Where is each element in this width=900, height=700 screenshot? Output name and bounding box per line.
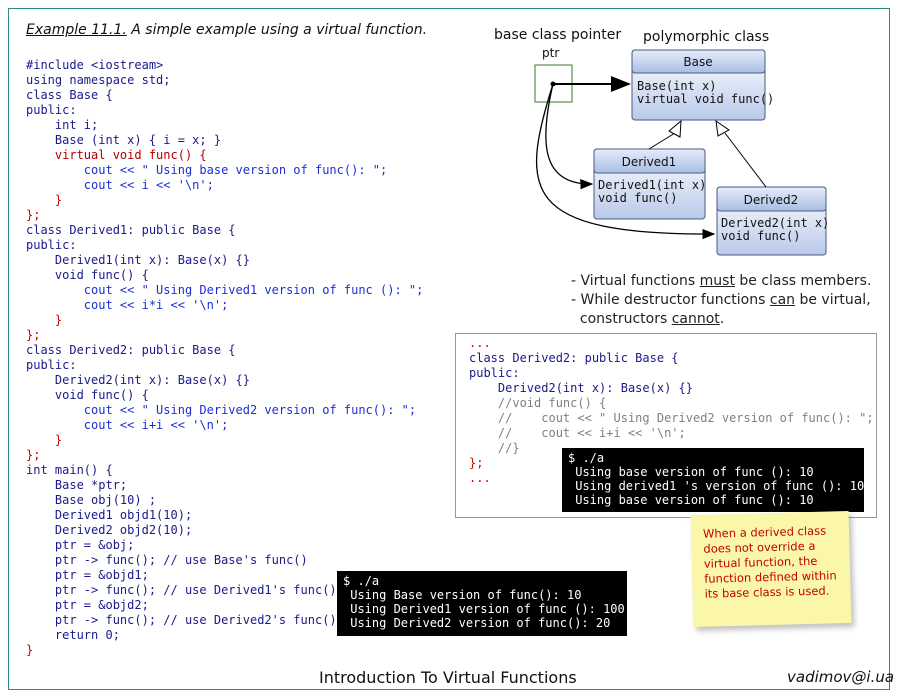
sticky-note-text: When a derived class does not override a… [702,523,837,601]
code-line: public: [469,366,520,380]
virtual-function-notes: - Virtual functions must be class member… [571,272,871,329]
slide-footer-title: Introduction To Virtual Functions [319,668,577,687]
terminal-line: Using base version of func (): 10 [568,493,814,507]
note-line: - While destructor functions can be virt… [571,291,871,310]
inherit-line-derived2 [724,132,767,188]
base-class-box: Base Base(int x) virtual void func() [631,49,774,121]
terminal-line: Using derived1 's version of func (): 10… [568,479,872,493]
derived2-class-box: Derived2 Derived2(int x) void func() [716,186,829,256]
code-line: // cout << i+i << '\n'; [469,426,686,440]
ptr-label: ptr [542,46,559,60]
pointer-label: base class pointer [494,27,621,43]
base-member: Base(int x) [637,79,716,93]
note-text: be virtual, [795,292,871,308]
derived1-class-box: Derived1 Derived1(int x) void func() [593,148,706,220]
note-emphasis: must [699,273,735,289]
code-line: Derived2(int x): Base(x) {} [469,381,693,395]
inherit-line-derived1 [648,132,676,150]
note-text: . [719,311,725,327]
inherit-triangle-derived1 [668,119,682,138]
polymorphic-label: polymorphic class [643,29,769,45]
terminal-output-2: $ ./a Using base version of func (): 10 … [562,448,872,512]
derived2-member: void func() [721,229,800,243]
terminal-line: Using base version of func (): 10 [568,465,814,479]
derived1-class-name: Derived1 [622,155,677,169]
base-member: virtual void func() [637,92,774,106]
base-class-name: Base [683,55,712,69]
note-text: be class members. [734,273,872,289]
note-line: - Virtual functions must be class member… [571,272,871,291]
note-emphasis: cannot [671,311,720,327]
note-text: constructors [571,311,672,327]
sticky-note: When a derived class does not override a… [690,510,852,628]
author-email: vadimov@i.ua [787,668,895,686]
note-emphasis: can [769,292,796,308]
inherit-triangle-derived2 [715,119,730,137]
terminal-line: $ ./a [568,451,605,465]
code-line: //void func() { [469,396,607,410]
derived2-member: Derived2(int x) [721,216,829,230]
code-line: ... [469,336,491,350]
note-line: constructors cannot. [571,310,871,329]
note-text: - While destructor functions [571,292,770,308]
derived1-member: void func() [598,191,677,205]
code-line: class Derived2: public Base { [469,351,679,365]
note-text: - Virtual functions [571,273,700,289]
code-line: // cout << " Using Derived2 version of f… [469,411,874,425]
derived1-member: Derived1(int x) [598,178,706,192]
derived2-class-name: Derived2 [744,193,799,207]
